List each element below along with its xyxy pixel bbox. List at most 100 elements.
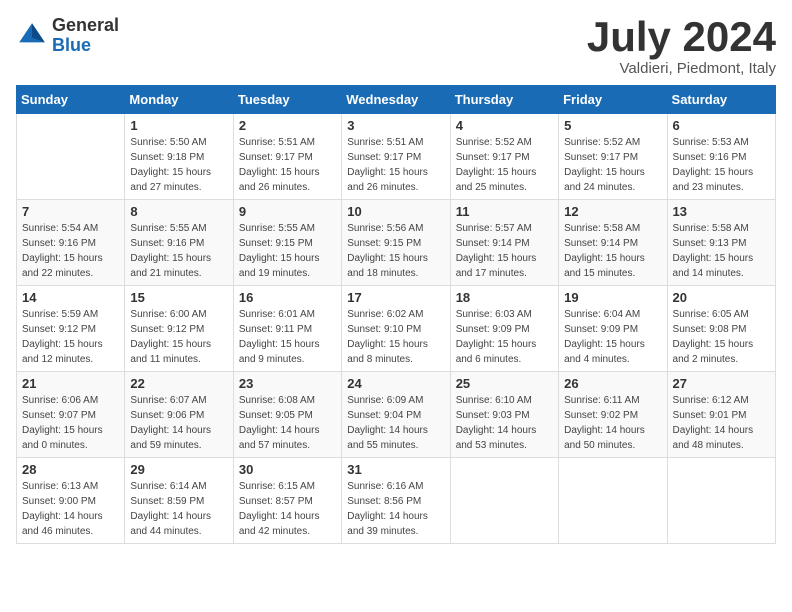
day-number: 11 (456, 204, 553, 219)
logo: General Blue (16, 16, 119, 56)
day-number: 29 (130, 462, 227, 477)
day-number: 25 (456, 376, 553, 391)
day-number: 2 (239, 118, 336, 133)
calendar-cell: 12 Sunrise: 5:58 AMSunset: 9:14 PMDayligh… (559, 200, 667, 286)
day-info: Sunrise: 5:56 AMSunset: 9:15 PMDaylight:… (347, 221, 444, 281)
calendar-cell: 24Sunrise: 6:09 AMSunset: 9:04 PMDayligh… (342, 372, 450, 458)
day-number: 12 (564, 204, 661, 219)
calendar-cell: 16 Sunrise: 6:01 AMSunset: 9:11 PMDayligh… (233, 286, 341, 372)
calendar-cell: 17Sunrise: 6:02 AMSunset: 9:10 PMDayligh… (342, 286, 450, 372)
day-info: Sunrise: 6:02 AMSunset: 9:10 PMDaylight:… (347, 307, 444, 367)
calendar-cell (17, 114, 125, 200)
calendar-cell: 9 Sunrise: 5:55 AMSunset: 9:15 PMDaylight… (233, 200, 341, 286)
calendar-cell: 22Sunrise: 6:07 AMSunset: 9:06 PMDayligh… (125, 372, 233, 458)
day-info: Sunrise: 5:50 AMSunset: 9:18 PMDaylight:… (130, 135, 227, 195)
weekday-header-saturday: Saturday (667, 86, 775, 114)
day-info: Sunrise: 6:11 AMSunset: 9:02 PMDaylight:… (564, 393, 661, 453)
logo-blue: Blue (52, 36, 119, 56)
day-number: 5 (564, 118, 661, 133)
calendar-cell: 11 Sunrise: 5:57 AMSunset: 9:14 PMDayligh… (450, 200, 558, 286)
day-number: 19 (564, 290, 661, 305)
day-info: Sunrise: 5:54 AMSunset: 9:16 PMDaylight:… (22, 221, 119, 281)
page-header: General Blue July 2024 Valdieri, Piedmon… (16, 16, 776, 77)
day-info: Sunrise: 6:10 AMSunset: 9:03 PMDaylight:… (456, 393, 553, 453)
day-number: 9 (239, 204, 336, 219)
calendar-cell: 8 Sunrise: 5:55 AMSunset: 9:16 PMDaylight… (125, 200, 233, 286)
location: Valdieri, Piedmont, Italy (587, 60, 776, 77)
day-number: 23 (239, 376, 336, 391)
day-info: Sunrise: 6:15 AMSunset: 8:57 PMDaylight:… (239, 479, 336, 539)
calendar-cell: 19Sunrise: 6:04 AMSunset: 9:09 PMDayligh… (559, 286, 667, 372)
calendar-cell: 14Sunrise: 5:59 AMSunset: 9:12 PMDayligh… (17, 286, 125, 372)
day-number: 28 (22, 462, 119, 477)
weekday-header-wednesday: Wednesday (342, 86, 450, 114)
day-number: 16 (239, 290, 336, 305)
weekday-header-row: SundayMondayTuesdayWednesdayThursdayFrid… (17, 86, 776, 114)
calendar-week-2: 7 Sunrise: 5:54 AMSunset: 9:16 PMDaylight… (17, 200, 776, 286)
day-info: Sunrise: 6:03 AMSunset: 9:09 PMDaylight:… (456, 307, 553, 367)
day-info: Sunrise: 6:08 AMSunset: 9:05 PMDaylight:… (239, 393, 336, 453)
weekday-header-monday: Monday (125, 86, 233, 114)
day-info: Sunrise: 5:52 AMSunset: 9:17 PMDaylight:… (456, 135, 553, 195)
calendar-cell: 4 Sunrise: 5:52 AMSunset: 9:17 PMDaylight… (450, 114, 558, 200)
calendar-cell: 10 Sunrise: 5:56 AMSunset: 9:15 PMDayligh… (342, 200, 450, 286)
day-info: Sunrise: 5:55 AMSunset: 9:16 PMDaylight:… (130, 221, 227, 281)
day-info: Sunrise: 6:00 AMSunset: 9:12 PMDaylight:… (130, 307, 227, 367)
calendar-week-4: 21Sunrise: 6:06 AMSunset: 9:07 PMDayligh… (17, 372, 776, 458)
day-number: 8 (130, 204, 227, 219)
calendar-cell: 30Sunrise: 6:15 AMSunset: 8:57 PMDayligh… (233, 458, 341, 544)
day-info: Sunrise: 5:58 AMSunset: 9:14 PMDaylight:… (564, 221, 661, 281)
day-info: Sunrise: 6:13 AMSunset: 9:00 PMDaylight:… (22, 479, 119, 539)
calendar-cell: 31 Sunrise: 6:16 AMSunset: 8:56 PMDayligh… (342, 458, 450, 544)
calendar-cell (559, 458, 667, 544)
day-number: 15 (130, 290, 227, 305)
calendar-cell: 21Sunrise: 6:06 AMSunset: 9:07 PMDayligh… (17, 372, 125, 458)
weekday-header-thursday: Thursday (450, 86, 558, 114)
calendar-cell: 26 Sunrise: 6:11 AMSunset: 9:02 PMDayligh… (559, 372, 667, 458)
day-info: Sunrise: 6:06 AMSunset: 9:07 PMDaylight:… (22, 393, 119, 453)
day-info: Sunrise: 6:16 AMSunset: 8:56 PMDaylight:… (347, 479, 444, 539)
day-number: 26 (564, 376, 661, 391)
day-info: Sunrise: 5:58 AMSunset: 9:13 PMDaylight:… (673, 221, 770, 281)
calendar-cell: 15 Sunrise: 6:00 AMSunset: 9:12 PMDayligh… (125, 286, 233, 372)
day-info: Sunrise: 6:01 AMSunset: 9:11 PMDaylight:… (239, 307, 336, 367)
calendar-cell: 20 Sunrise: 6:05 AMSunset: 9:08 PMDayligh… (667, 286, 775, 372)
day-info: Sunrise: 6:05 AMSunset: 9:08 PMDaylight:… (673, 307, 770, 367)
day-number: 4 (456, 118, 553, 133)
calendar-cell: 6Sunrise: 5:53 AMSunset: 9:16 PMDaylight… (667, 114, 775, 200)
day-number: 3 (347, 118, 444, 133)
day-number: 24 (347, 376, 444, 391)
day-info: Sunrise: 5:57 AMSunset: 9:14 PMDaylight:… (456, 221, 553, 281)
calendar-cell: 1Sunrise: 5:50 AMSunset: 9:18 PMDaylight… (125, 114, 233, 200)
day-number: 27 (673, 376, 770, 391)
day-number: 18 (456, 290, 553, 305)
day-info: Sunrise: 6:14 AMSunset: 8:59 PMDaylight:… (130, 479, 227, 539)
calendar-week-1: 1Sunrise: 5:50 AMSunset: 9:18 PMDaylight… (17, 114, 776, 200)
day-number: 10 (347, 204, 444, 219)
day-info: Sunrise: 6:12 AMSunset: 9:01 PMDaylight:… (673, 393, 770, 453)
calendar-table: SundayMondayTuesdayWednesdayThursdayFrid… (16, 85, 776, 544)
day-info: Sunrise: 5:51 AMSunset: 9:17 PMDaylight:… (347, 135, 444, 195)
day-info: Sunrise: 5:52 AMSunset: 9:17 PMDaylight:… (564, 135, 661, 195)
month-title: July 2024 (587, 16, 776, 58)
day-info: Sunrise: 5:53 AMSunset: 9:16 PMDaylight:… (673, 135, 770, 195)
calendar-cell: 25 Sunrise: 6:10 AMSunset: 9:03 PMDayligh… (450, 372, 558, 458)
weekday-header-tuesday: Tuesday (233, 86, 341, 114)
weekday-header-sunday: Sunday (17, 86, 125, 114)
day-info: Sunrise: 5:59 AMSunset: 9:12 PMDaylight:… (22, 307, 119, 367)
calendar-cell (667, 458, 775, 544)
title-block: July 2024 Valdieri, Piedmont, Italy (587, 16, 776, 77)
logo-general: General (52, 16, 119, 36)
logo-text: General Blue (52, 16, 119, 56)
day-number: 20 (673, 290, 770, 305)
logo-icon (16, 20, 48, 52)
calendar-cell: 23 Sunrise: 6:08 AMSunset: 9:05 PMDayligh… (233, 372, 341, 458)
calendar-cell: 2Sunrise: 5:51 AMSunset: 9:17 PMDaylight… (233, 114, 341, 200)
calendar-cell: 28 Sunrise: 6:13 AMSunset: 9:00 PMDayligh… (17, 458, 125, 544)
day-number: 13 (673, 204, 770, 219)
day-info: Sunrise: 5:55 AMSunset: 9:15 PMDaylight:… (239, 221, 336, 281)
day-number: 7 (22, 204, 119, 219)
day-number: 31 (347, 462, 444, 477)
calendar-cell: 13 Sunrise: 5:58 AMSunset: 9:13 PMDayligh… (667, 200, 775, 286)
day-number: 22 (130, 376, 227, 391)
